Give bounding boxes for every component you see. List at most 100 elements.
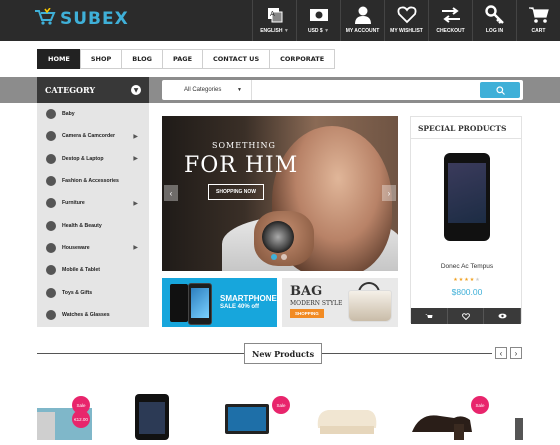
- search-bar: All Categories ▼: [162, 80, 523, 100]
- nav-item-home[interactable]: HOME: [37, 49, 81, 69]
- category-item-label: Camera & Camcorder: [62, 133, 116, 140]
- top-bar: SUBEX A ENGLISH ▼ USD $ ▼ MY ACCOUNT MY …: [0, 0, 560, 41]
- new-products-next-button[interactable]: ›: [510, 347, 522, 359]
- category-item-label: Toys & Gifts: [62, 289, 93, 296]
- language-icon: A: [266, 5, 284, 25]
- rating-stars: ★★★★★: [411, 277, 523, 283]
- category-item-watches[interactable]: Watches & Glasses: [37, 304, 149, 326]
- chevron-down-icon: ▼: [131, 85, 141, 95]
- bag-image: [348, 290, 392, 322]
- laptop-icon: [46, 153, 56, 164]
- category-item-label: Houseware: [62, 244, 90, 251]
- product-image[interactable]: [444, 153, 490, 241]
- search-button[interactable]: [480, 82, 520, 98]
- search-category-select[interactable]: All Categories ▼: [162, 80, 252, 100]
- hero-watch: [262, 221, 294, 253]
- main-nav: HOME SHOP BLOG PAGE CONTACT US CORPORATE: [37, 49, 336, 69]
- language-selector[interactable]: A ENGLISH ▼: [252, 0, 296, 41]
- shopping-now-button[interactable]: SHOPPING NOW: [208, 184, 265, 200]
- product-name[interactable]: Donec Ac Tempus: [411, 263, 523, 270]
- caret-down-icon: ▼: [237, 87, 242, 93]
- phone-image: [170, 284, 188, 322]
- bag-banner-subtitle: MODERN STYLE: [290, 300, 343, 307]
- currency-selector[interactable]: USD $ ▼: [296, 0, 340, 41]
- product-card[interactable]: [135, 388, 171, 445]
- slider-next-button[interactable]: ›: [382, 185, 396, 201]
- bag-banner[interactable]: BAG MODERN STYLE SHOPPING: [282, 278, 398, 327]
- my-account-link[interactable]: MY ACCOUNT: [340, 0, 384, 41]
- add-to-wishlist-button[interactable]: [447, 308, 485, 324]
- health-icon: [46, 220, 56, 231]
- slider-dots: [271, 254, 291, 260]
- slider-dot[interactable]: [281, 254, 287, 260]
- category-item-baby[interactable]: Baby: [37, 103, 149, 125]
- nav-item-blog[interactable]: BLOG: [121, 49, 164, 69]
- smartphone-banner-subtitle: SALE 40% off: [220, 304, 260, 310]
- sale-badge: Sale: [471, 396, 489, 414]
- nav-item-shop[interactable]: SHOP: [79, 49, 123, 69]
- new-products-prev-button[interactable]: ‹: [495, 347, 507, 359]
- category-item-label: Watches & Glasses: [62, 311, 110, 318]
- nav-item-page[interactable]: PAGE: [162, 49, 204, 69]
- checkout-label: CHECKOUT: [436, 28, 465, 34]
- furniture-icon: [46, 198, 56, 209]
- bag-banner-title: BAG: [290, 284, 323, 299]
- checkout-icon: [440, 5, 462, 25]
- key-icon: [484, 5, 505, 25]
- logo[interactable]: SUBEX: [34, 7, 129, 31]
- bag-shopping-button[interactable]: SHOPPING: [290, 309, 324, 318]
- eye-icon: [498, 313, 507, 319]
- special-products-heading: SPECIAL PRODUCTS: [411, 117, 521, 139]
- header-tools: A ENGLISH ▼ USD $ ▼ MY ACCOUNT MY WISHLI…: [252, 0, 560, 41]
- houseware-icon: [46, 242, 56, 253]
- slider-dot[interactable]: [271, 254, 277, 260]
- product-card[interactable]: [312, 388, 382, 445]
- category-item-furniture[interactable]: Furniture ▶: [37, 192, 149, 214]
- category-item-health[interactable]: Health & Beauty: [37, 214, 149, 236]
- new-products-header: New Products ‹ ›: [37, 343, 522, 364]
- smartphone-banner[interactable]: SMARTPHONE SALE 40% off: [162, 278, 277, 327]
- search-icon: [495, 85, 505, 95]
- chevron-right-icon: ▶: [133, 156, 138, 163]
- quick-view-button[interactable]: [484, 308, 522, 324]
- nav-item-contact-us[interactable]: CONTACT US: [202, 49, 271, 69]
- slider-prev-button[interactable]: ‹: [164, 185, 178, 201]
- cart-link[interactable]: CART: [516, 0, 560, 41]
- old-price-badge: €12.00: [72, 410, 90, 428]
- cart-label: CART: [531, 28, 546, 34]
- new-products-title: New Products: [244, 343, 323, 364]
- product-card[interactable]: [410, 388, 480, 445]
- slider-subtitle: SOMETHING: [212, 141, 276, 150]
- language-label: ENGLISH: [260, 28, 283, 34]
- category-item-desktop[interactable]: Destop & Laptop ▶: [37, 148, 149, 170]
- special-products: SPECIAL PRODUCTS Donec Ac Tempus ★★★★★ $…: [410, 116, 523, 324]
- product-card[interactable]: [515, 388, 525, 445]
- category-item-houseware[interactable]: Houseware ▶: [37, 237, 149, 259]
- category-item-toys[interactable]: Toys & Gifts: [37, 281, 149, 303]
- chevron-right-icon: ▶: [133, 133, 138, 140]
- phone-image: [188, 283, 212, 325]
- nav-item-corporate[interactable]: CORPORATE: [269, 49, 336, 69]
- my-wishlist-link[interactable]: MY WISHLIST: [384, 0, 428, 41]
- product-image: [515, 418, 523, 440]
- checkout-link[interactable]: CHECKOUT: [428, 0, 472, 41]
- currency-label: USD $: [307, 28, 323, 34]
- category-header[interactable]: CATEGORY ▼: [37, 77, 149, 103]
- category-item-label: Destop & Laptop: [62, 155, 104, 162]
- category-item-fashion[interactable]: Fashion & Accessories: [37, 170, 149, 192]
- category-item-label: Health & Beauty: [62, 222, 102, 229]
- product-image: [225, 404, 269, 434]
- chevron-right-icon: ▶: [133, 245, 138, 252]
- hero-slider[interactable]: SOMETHING FOR HIM SHOPPING NOW ‹ ›: [162, 116, 398, 271]
- category-item-mobile[interactable]: Mobile & Tablet: [37, 259, 149, 281]
- add-to-cart-button[interactable]: [411, 308, 448, 324]
- smartphone-banner-title: SMARTPHONE: [220, 294, 277, 303]
- slider-headline: FOR HIM: [184, 153, 299, 178]
- fashion-icon: [46, 176, 56, 187]
- log-in-link[interactable]: LOG IN: [472, 0, 516, 41]
- product-card[interactable]: [225, 388, 275, 445]
- star-icon: ★: [475, 277, 481, 283]
- category-item-camera[interactable]: Camera & Camcorder ▶: [37, 125, 149, 147]
- product-price: $800.00: [451, 287, 483, 297]
- product-actions: [411, 308, 522, 324]
